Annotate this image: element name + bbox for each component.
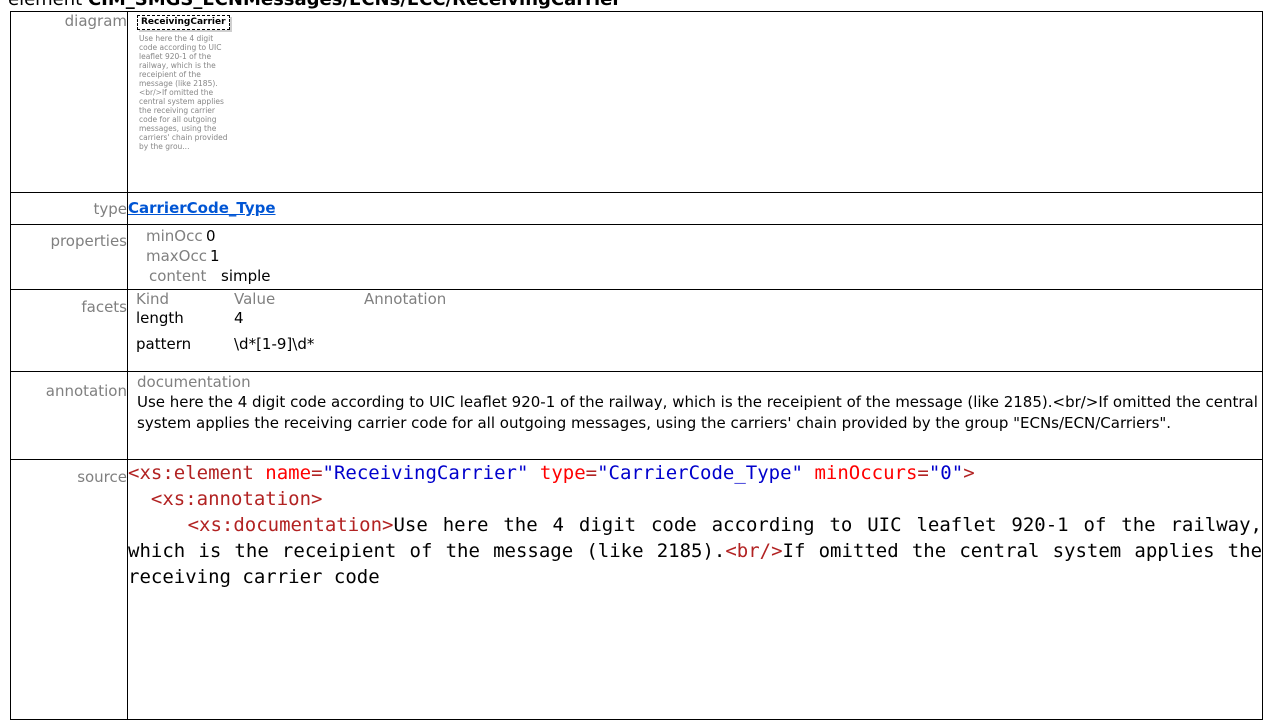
property-value: 1 <box>210 247 220 265</box>
code-value: "0" <box>928 462 964 484</box>
facets-cell: Kind Value Annotation length 4 pattern \… <box>127 289 1263 372</box>
documentation-text: Use here the 4 digit code according to U… <box>137 393 1258 432</box>
code-value: "CarrierCode_Type" <box>597 462 803 484</box>
type-label: type <box>10 192 128 225</box>
code-value: "ReceivingCarrier" <box>322 462 529 484</box>
source-row: source <xs:element name="ReceivingCarrie… <box>10 459 1263 720</box>
element-path: CIM_SMGS_ECNMessages/ECNs/ECC/ReceivingC… <box>88 0 621 10</box>
property-key: minOcc <box>146 227 203 245</box>
facet-annotation <box>364 309 446 335</box>
facet-kind: length <box>136 309 184 327</box>
facet-row: pattern \d*[1-9]\d* <box>136 335 446 366</box>
facets-row: facets Kind Value Annotation length 4 pa… <box>10 289 1263 372</box>
properties-row: properties minOcc 0 maxOcc 1 content simple <box>10 224 1263 290</box>
code-equals: = <box>917 462 929 484</box>
diagram-documentation: Use here the 4 digit code according to U… <box>139 34 228 151</box>
facets-header: Kind Value Annotation <box>136 290 446 309</box>
annotation-cell: documentation Use here the 4 digit code … <box>127 371 1263 460</box>
facets-header-kind: Kind <box>136 290 170 308</box>
facets-header-value: Value <box>234 290 276 308</box>
facets-table: Kind Value Annotation length 4 pattern \… <box>136 290 446 366</box>
type-row: type CarrierCode_Type <box>10 192 1263 225</box>
facet-value: 4 <box>234 309 244 327</box>
property-value: 0 <box>206 227 216 245</box>
annotation-row: annotation documentation Use here the 4 … <box>10 371 1263 460</box>
documentation-heading: documentation <box>137 373 251 391</box>
source-label: source <box>10 459 128 720</box>
heading-prefix: element <box>0 0 88 10</box>
source-cell: <xs:element name="ReceivingCarrier" type… <box>127 459 1263 720</box>
code-tag: <xs:element <box>128 462 254 484</box>
diagram-image[interactable]: ReceivingCarrier Use here the 4 digit co… <box>128 12 1262 187</box>
source-code[interactable]: <xs:element name="ReceivingCarrier" type… <box>128 460 1262 590</box>
facet-annotation <box>364 335 446 366</box>
property-value: simple <box>221 267 271 285</box>
property-row: maxOcc 1 <box>128 246 1262 266</box>
facets-header-annotation: Annotation <box>364 290 447 308</box>
facet-row: length 4 <box>136 309 446 335</box>
properties-label: properties <box>10 224 128 290</box>
type-cell: CarrierCode_Type <box>127 192 1263 225</box>
diagram-cell: ReceivingCarrier Use here the 4 digit co… <box>127 11 1263 193</box>
facet-kind: pattern <box>136 335 192 353</box>
code-attribute: name <box>265 462 312 484</box>
code-equals: = <box>311 462 323 484</box>
diagram-label: diagram <box>10 11 128 193</box>
annotation-label: annotation <box>10 371 128 460</box>
diagram-element-box[interactable]: ReceivingCarrier <box>137 15 230 30</box>
code-tag: <br/> <box>725 540 783 562</box>
code-tag: <xs:annotation> <box>150 488 323 510</box>
properties-cell: minOcc 0 maxOcc 1 content simple <box>127 224 1263 290</box>
element-details-table: diagram ReceivingCarrier Use here the 4 … <box>10 11 1263 720</box>
diagram-row: diagram ReceivingCarrier Use here the 4 … <box>10 11 1263 193</box>
type-link[interactable]: CarrierCode_Type <box>128 199 276 217</box>
facet-value: \d*[1-9]\d* <box>234 335 315 353</box>
code-attribute: minOccurs <box>814 462 918 484</box>
facets-label: facets <box>10 289 128 372</box>
code-tag-close: > <box>963 462 975 484</box>
code-equals: = <box>585 462 598 484</box>
code-attribute: type <box>539 462 586 484</box>
property-row: content simple <box>128 266 1262 286</box>
property-key: maxOcc <box>146 247 207 265</box>
property-key: content <box>149 267 207 285</box>
property-row: minOcc 0 <box>128 226 1262 246</box>
code-tag: <xs:documentation> <box>187 514 394 536</box>
element-heading: element CIM_SMGS_ECNMessages/ECNs/ECC/Re… <box>0 0 621 10</box>
